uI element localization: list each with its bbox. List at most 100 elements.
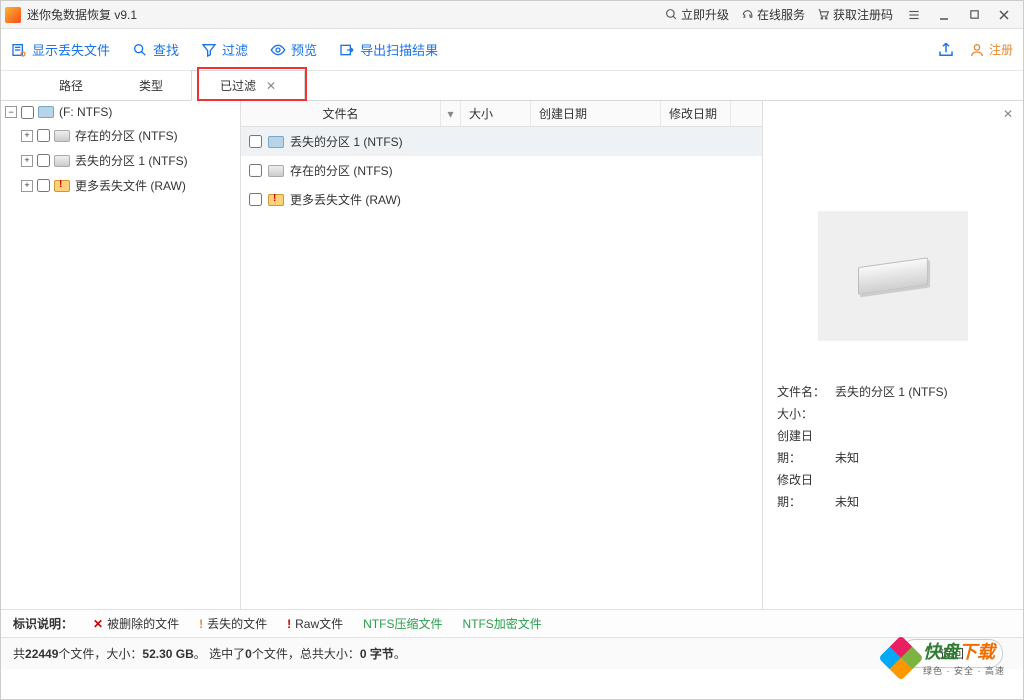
preview-label: 预览 [291,40,317,59]
raw-drive-icon [268,194,284,206]
list-row[interactable]: 存在的分区 (NTFS) [241,156,762,185]
preview-modified-value: 未知 [835,495,859,509]
row-checkbox[interactable] [249,135,262,148]
tree-panel: − (F: NTFS) + 存在的分区 (NTFS) + 丢失的分区 1 (NT… [1,101,241,609]
row-checkbox[interactable] [249,164,262,177]
app-title: 迷你兔数据恢复 v9.1 [27,6,137,23]
close-button[interactable] [989,5,1019,25]
tab-bar: 路径 类型 已过滤 ✕ [1,71,1023,101]
preview-created-value: 未知 [835,451,859,465]
export-label: 导出扫描结果 [360,40,438,59]
preview-info: 文件名：丢失的分区 1 (NTFS) 大小： 创建日期：未知 修改日期：未知 [777,381,1009,513]
status-selsize: 0 字节 [360,647,394,661]
legend-raw: !Raw文件 [287,615,343,632]
preview-button[interactable]: 预览 [270,40,317,59]
drive-3d-icon [858,257,928,294]
online-label: 在线服务 [757,6,805,23]
list-row[interactable]: 更多丢失文件 (RAW) [241,185,762,214]
headset-icon [741,8,754,21]
share-button[interactable] [937,41,955,59]
watermark-brand1: 快盘 [923,642,959,662]
expand-icon[interactable]: + [21,180,33,192]
tab-close-icon[interactable]: ✕ [266,79,276,93]
getcode-label: 获取注册码 [833,6,893,23]
tree-item[interactable]: + 更多丢失文件 (RAW) [1,173,240,198]
status-files-label: 个文件，大小： [58,647,142,661]
close-icon [998,9,1010,21]
preview-panel: ✕ 文件名：丢失的分区 1 (NTFS) 大小： 创建日期：未知 修改日期：未知 [763,101,1023,609]
preview-close-icon[interactable]: ✕ [1003,107,1013,121]
tree-root[interactable]: − (F: NTFS) [1,101,240,123]
funnel-icon [201,42,217,58]
preview-name-label: 文件名： [777,381,835,403]
watermark-icon [878,635,923,680]
tree-root-label: (F: NTFS) [59,105,112,119]
raw-drive-icon [54,180,70,192]
tree-item[interactable]: + 存在的分区 (NTFS) [1,123,240,148]
warn-icon: ! [199,617,203,631]
online-service-link[interactable]: 在线服务 [741,6,805,23]
col-modified[interactable]: 修改日期 [661,101,731,126]
show-lost-files-button[interactable]: 显示丢失文件 [11,40,110,59]
warn-icon: ! [287,617,291,631]
get-code-link[interactable]: 获取注册码 [817,6,893,23]
tab-filtered-label: 已过滤 [220,77,256,94]
menu-button[interactable] [899,5,929,25]
col-created[interactable]: 创建日期 [531,101,661,126]
list-row[interactable]: 丢失的分区 1 (NTFS) [241,127,762,156]
drive-icon [54,155,70,167]
sort-indicator-icon[interactable]: ▾ [441,101,461,126]
list-body: 丢失的分区 1 (NTFS) 存在的分区 (NTFS) 更多丢失文件 (RAW) [241,127,762,609]
tree-item-label: 更多丢失文件 (RAW) [75,177,186,194]
tree-root-checkbox[interactable] [21,106,34,119]
tab-filtered[interactable]: 已过滤 ✕ [191,70,305,101]
drive-icon [268,165,284,177]
title-bar: 迷你兔数据恢复 v9.1 立即升级 在线服务 获取注册码 [1,1,1023,29]
preview-name-value: 丢失的分区 1 (NTFS) [835,385,948,399]
status-bar: 共22449个文件，大小：52.30 GB。 选中了0个文件，总共大小：0 字节… [1,637,1023,669]
share-icon [937,41,955,59]
tab-path[interactable]: 路径 [31,71,111,100]
row-checkbox[interactable] [249,193,262,206]
filter-button[interactable]: 过滤 [201,40,248,59]
status-totalsize: 52.30 GB [142,647,193,661]
preview-created-label: 创建日期： [777,425,835,469]
eye-icon [270,42,286,58]
tree-item-checkbox[interactable] [37,129,50,142]
list-header: 文件名 ▾ 大小 创建日期 修改日期 [241,101,762,127]
col-filename[interactable]: 文件名 [241,101,441,126]
register-button[interactable]: 注册 [969,41,1013,58]
list-icon [11,42,27,58]
upgrade-link[interactable]: 立即升级 [665,6,729,23]
tree-item-checkbox[interactable] [37,154,50,167]
legend-lost-label: 丢失的文件 [207,615,267,632]
minimize-icon [938,9,950,21]
legend-bar: 标识说明： ✕被删除的文件 !丢失的文件 !Raw文件 NTFS压缩文件 NTF… [1,609,1023,637]
status-sel-label: 。 选中了 [194,647,245,661]
main-content: − (F: NTFS) + 存在的分区 (NTFS) + 丢失的分区 1 (NT… [1,101,1023,609]
menu-icon [907,8,921,22]
expand-icon[interactable]: + [21,155,33,167]
disk-icon [268,136,284,148]
toolbar: 显示丢失文件 查找 过滤 预览 导出扫描结果 注册 [1,29,1023,71]
export-button[interactable]: 导出扫描结果 [339,40,438,59]
maximize-button[interactable] [959,5,989,25]
status-selcount: 0 [245,647,252,661]
col-size[interactable]: 大小 [461,101,531,126]
minimize-button[interactable] [929,5,959,25]
legend-deleted: ✕被删除的文件 [93,615,179,632]
status-filecount: 22449 [25,647,58,661]
tree-item[interactable]: + 丢失的分区 1 (NTFS) [1,148,240,173]
search-button[interactable]: 查找 [132,40,179,59]
tree-item-label: 存在的分区 (NTFS) [75,127,178,144]
tree-item-checkbox[interactable] [37,179,50,192]
expand-icon[interactable]: + [21,130,33,142]
collapse-icon[interactable]: − [5,106,17,118]
disk-icon [38,106,54,118]
search-label: 查找 [153,40,179,59]
row-name: 丢失的分区 1 (NTFS) [290,133,403,150]
show-lost-label: 显示丢失文件 [32,40,110,59]
tab-type[interactable]: 类型 [111,71,191,100]
status-prefix: 共 [13,647,25,661]
user-icon [969,42,985,58]
